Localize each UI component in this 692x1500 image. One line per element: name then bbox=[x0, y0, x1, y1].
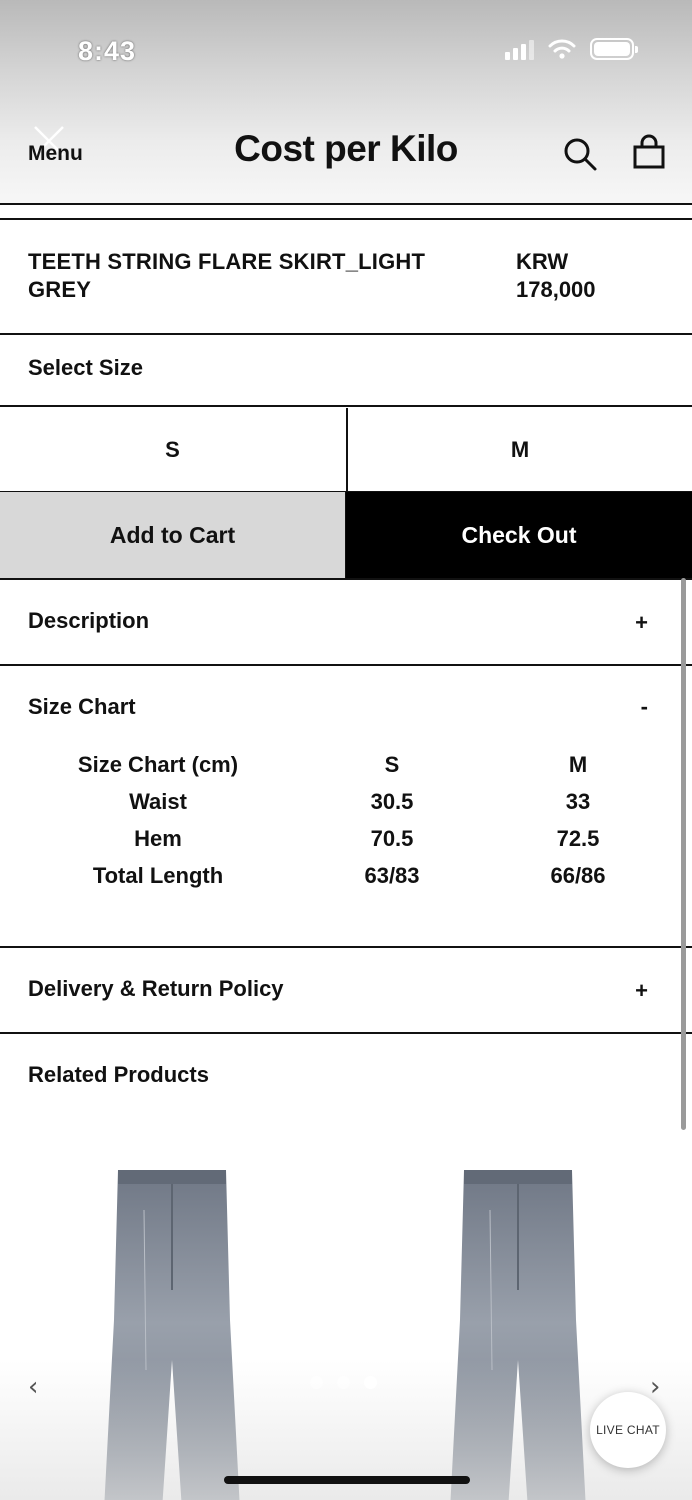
wifi-icon bbox=[548, 39, 576, 59]
table-row: Waist 30.5 33 bbox=[40, 783, 660, 820]
expand-icon[interactable]: + bbox=[635, 610, 648, 636]
carousel-dot[interactable] bbox=[310, 1376, 323, 1389]
divider bbox=[0, 218, 692, 220]
divider bbox=[0, 333, 692, 335]
status-time: 8:43 bbox=[78, 36, 137, 66]
scrollbar[interactable] bbox=[681, 578, 686, 1130]
collapse-icon[interactable]: - bbox=[641, 694, 648, 720]
carousel-dot[interactable] bbox=[337, 1376, 350, 1389]
table-cell: Hem bbox=[134, 825, 182, 851]
chevron-right-icon[interactable]: › bbox=[650, 1372, 660, 1402]
size-chart-accordion[interactable]: Size Chart - bbox=[0, 666, 682, 752]
product-price: KRW 178,000 bbox=[516, 248, 656, 304]
table-header-cell: M bbox=[568, 751, 588, 777]
delivery-accordion[interactable]: Delivery & Return Policy + bbox=[0, 948, 682, 1034]
size-chart-title: Size Chart bbox=[28, 694, 136, 719]
live-chat-button[interactable]: LIVE CHAT bbox=[590, 1392, 666, 1468]
chevron-left-icon[interactable]: ‹ bbox=[28, 1372, 38, 1402]
expand-icon[interactable]: + bbox=[635, 978, 648, 1004]
carousel-dots bbox=[310, 1376, 377, 1389]
select-size-label: Select Size bbox=[28, 355, 143, 380]
shopping-bag-icon[interactable] bbox=[630, 134, 668, 172]
home-indicator[interactable] bbox=[224, 1476, 470, 1484]
size-option-s[interactable]: S bbox=[0, 408, 345, 492]
size-option-m[interactable]: M bbox=[346, 408, 692, 492]
table-cell: 63/83 bbox=[364, 862, 420, 888]
description-accordion[interactable]: Description + bbox=[0, 580, 682, 666]
table-cell: 66/86 bbox=[550, 862, 606, 888]
divider bbox=[0, 405, 692, 407]
battery-icon bbox=[590, 38, 638, 60]
price-currency: KRW bbox=[516, 249, 569, 274]
check-out-button[interactable]: Check Out bbox=[346, 492, 692, 578]
carousel-dot-active[interactable] bbox=[364, 1376, 377, 1389]
add-to-cart-button[interactable]: Add to Cart bbox=[0, 492, 346, 578]
table-cell: 30.5 bbox=[370, 788, 414, 814]
table-cell: Waist bbox=[129, 788, 187, 814]
table-cell: 70.5 bbox=[370, 825, 414, 851]
table-header-cell: Size Chart (cm) bbox=[77, 751, 239, 777]
size-chart-table: Size Chart (cm) S M Waist 30.5 33 Hem 70… bbox=[40, 746, 660, 894]
table-cell: 33 bbox=[565, 788, 591, 814]
product-name: TEETH STRING FLARE SKIRT_LIGHT GREY bbox=[28, 249, 426, 302]
delivery-title: Delivery & Return Policy bbox=[28, 976, 284, 1001]
related-products-carousel[interactable]: ‹ › bbox=[0, 1120, 692, 1500]
table-cell: 72.5 bbox=[556, 825, 600, 851]
table-cell: Total Length bbox=[92, 862, 224, 888]
related-products-title: Related Products bbox=[28, 1062, 209, 1087]
status-icons bbox=[505, 38, 638, 60]
search-icon[interactable] bbox=[562, 136, 598, 172]
description-title: Description bbox=[28, 608, 150, 633]
table-header-row: Size Chart (cm) S M bbox=[40, 746, 660, 783]
table-header-cell: S bbox=[384, 751, 400, 777]
table-row: Hem 70.5 72.5 bbox=[40, 820, 660, 857]
cellular-signal-icon bbox=[505, 38, 534, 60]
top-header: 8:43 Menu Cost per Kilo bbox=[0, 0, 692, 205]
price-amount: 178,000 bbox=[516, 277, 596, 302]
table-row: Total Length 63/83 66/86 bbox=[40, 857, 660, 894]
divider bbox=[0, 1032, 692, 1034]
